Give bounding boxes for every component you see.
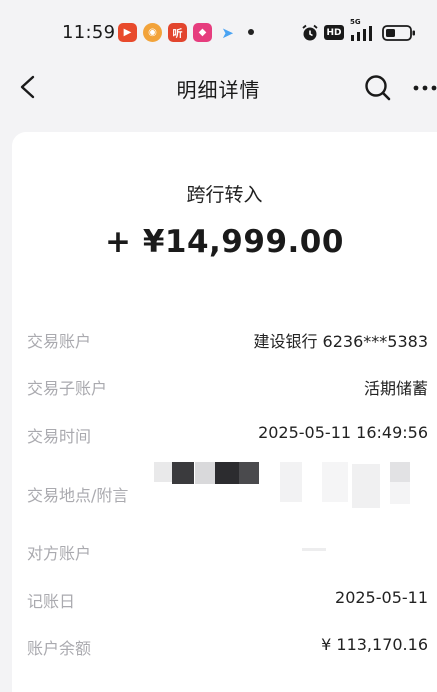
transaction-detail-card: 跨行转入 + ¥14,999.00 交易账户 建设银行 6236***5383 …	[12, 132, 437, 692]
posting-date-label: 记账日	[27, 592, 76, 611]
account-value: 建设银行 6236***5383	[253, 332, 428, 351]
redacted-line	[302, 548, 326, 551]
posting-date-value: 2025-05-11	[335, 588, 428, 607]
alarm-icon	[302, 24, 318, 41]
clock: 11:59	[62, 22, 116, 43]
transaction-time-value: 2025-05-11 16:49:56	[258, 423, 428, 442]
more-icon[interactable]	[412, 78, 437, 98]
sub-account-value: 活期储蓄	[363, 379, 428, 398]
hd-icon: HD	[324, 25, 344, 40]
shopping-app-icon: ◆	[193, 23, 212, 42]
battery-icon	[382, 25, 415, 41]
search-icon[interactable]	[362, 72, 394, 104]
sub-account-label: 交易子账户	[27, 379, 108, 398]
transaction-time-label: 交易时间	[27, 427, 92, 446]
status-bar: 11:59 ▶ ◉ 听 ◆ ➤ HD 5G	[0, 0, 437, 62]
navigation-header: 明细详情	[0, 62, 437, 114]
balance-label: 账户余额	[27, 639, 92, 658]
play-store-icon: ➤	[221, 23, 234, 42]
notification-dot-icon	[248, 29, 254, 35]
balance-value: ¥ 113,170.16	[321, 635, 428, 654]
location-memo-label: 交易地点/附言	[27, 486, 129, 505]
account-label: 交易账户	[27, 332, 92, 351]
transaction-amount: + ¥14,999.00	[105, 224, 344, 260]
counterparty-account-label: 对方账户	[27, 544, 92, 563]
video-app-icon: ▶	[118, 23, 137, 42]
weibo-icon: ◉	[143, 23, 162, 42]
listen-app-icon: 听	[168, 23, 187, 42]
transaction-type: 跨行转入	[186, 184, 263, 206]
5g-signal-icon	[351, 26, 372, 41]
